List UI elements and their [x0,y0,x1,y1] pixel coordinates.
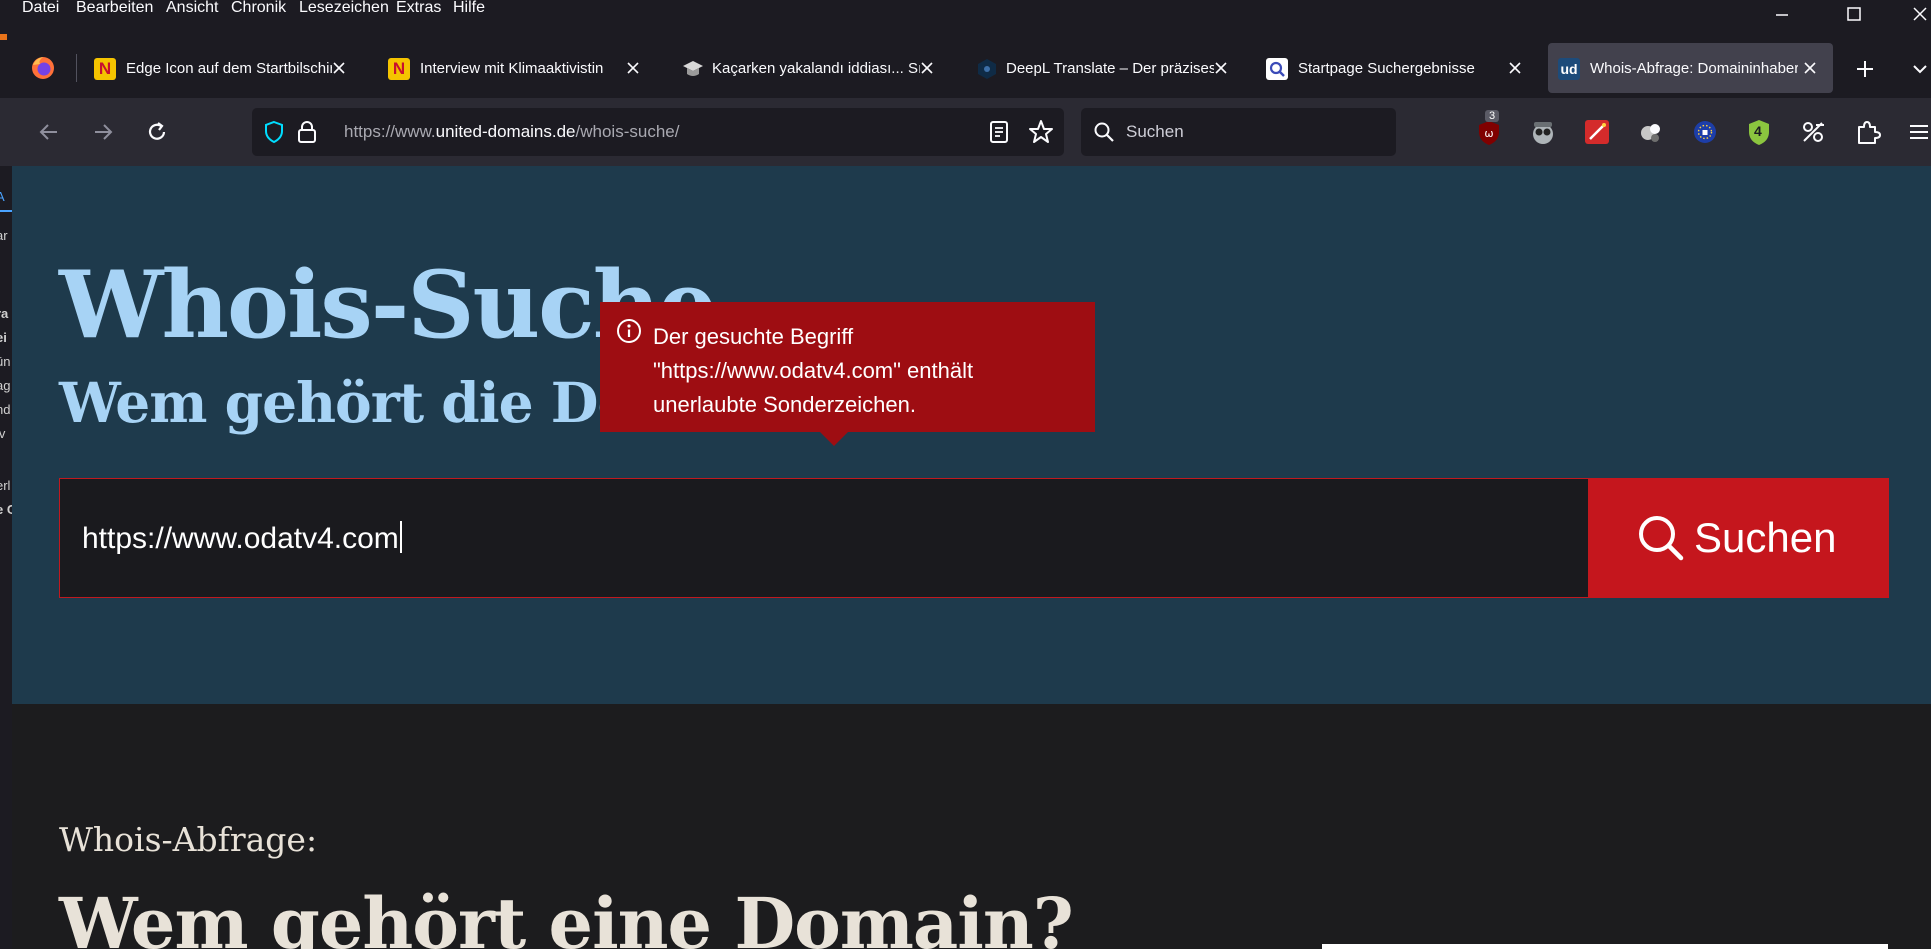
strip-fragment: ag [0,378,11,393]
hamburger-menu-icon[interactable] [1904,117,1931,147]
menu-hilfe[interactable]: Hilfe [453,0,485,16]
close-tab-icon[interactable] [1506,59,1524,77]
text-caret [399,521,402,553]
tab-1[interactable]: N Edge Icon auf dem Startbilschirm [80,43,362,93]
reader-view-icon[interactable] [988,120,1010,144]
menu-datei[interactable]: Datei [22,0,59,16]
tab-2[interactable]: N Interview mit Klimaaktivistin [374,43,656,93]
error-message: Der gesuchte Begriff "https://www.odatv4… [653,324,974,417]
url-path: /whois-suche/ [575,122,680,141]
strip-fragment: ra [0,306,9,321]
section-kicker: Whois-Abfrage: [59,820,318,859]
strip-underline [0,210,12,212]
new-tab-icon[interactable] [1853,57,1877,81]
tab-title: Whois-Abfrage: Domaininhaber [1590,60,1798,77]
menu-extras[interactable]: Extras [396,0,441,16]
address-bar[interactable]: https://www.united-domains.de/whois-such… [252,108,1064,156]
maximize-icon[interactable] [1842,2,1866,26]
ud-logo-icon: ud [1558,58,1580,80]
privacy-badger-icon[interactable] [1528,117,1558,147]
n-logo-icon: N [94,58,116,80]
section-title: Wem gehört eine Domain? [59,882,1074,949]
whois-hero-section: Whois-Suche Wem gehört die Domain? https… [12,166,1931,704]
close-tab-icon[interactable] [1801,59,1819,77]
strip-fragment: ün [0,354,11,369]
shield-count-extension-icon[interactable]: 4 [1744,117,1774,147]
n-logo-icon: N [388,58,410,80]
tab-bar: N Edge Icon auf dem Startbilschirm N Int… [0,40,1931,98]
back-icon[interactable] [34,117,64,147]
menubar: Datei Bearbeiten Ansicht Chronik Lesezei… [0,0,1931,30]
list-tabs-chevron-icon[interactable] [1910,59,1930,79]
graduation-cap-icon [683,61,703,76]
tools-extension-icon[interactable] [1798,117,1828,147]
tab-4[interactable]: DeepL Translate – Der präziseste [962,43,1244,93]
validation-error-tooltip: Der gesuchte Begriff "https://www.odatv4… [600,302,1095,432]
menu-lesezeichen[interactable]: Lesezeichen [299,0,389,16]
tracking-shield-icon[interactable] [262,120,286,144]
search-bar[interactable]: Suchen [1081,108,1396,156]
tab-title: DeepL Translate – Der präziseste [1006,60,1214,77]
magic-wand-extension-icon[interactable] [1582,117,1612,147]
menu-bearbeiten[interactable]: Bearbeiten [76,0,153,16]
strip-fragment: ei [0,330,7,345]
tab-title: Startpage Suchergebnisse [1298,60,1475,77]
spheres-extension-icon[interactable] [1636,117,1666,147]
ublock-origin-icon[interactable]: ω 3 [1474,110,1504,147]
whois-info-section: Whois-Abfrage: Wem gehört eine Domain? [12,704,1931,949]
reload-icon[interactable] [142,117,172,147]
domain-search-input[interactable]: https://www.odatv4.com [59,478,1589,598]
forward-icon[interactable] [88,117,118,147]
navigation-toolbar: https://www.united-domains.de/whois-such… [0,98,1931,166]
close-tab-icon[interactable] [1212,59,1230,77]
search-icon [1094,122,1114,142]
tab-separator [76,54,77,82]
tab-title: Edge Icon auf dem Startbilschirm [126,60,332,77]
tab-5[interactable]: Startpage Suchergebnisse [1256,43,1538,93]
close-tab-icon[interactable] [624,59,642,77]
ublock-badge: 3 [1485,110,1500,122]
url-text[interactable]: https://www.united-domains.de/whois-such… [344,122,679,142]
search-button-label: Suchen [1694,514,1837,561]
search-icon [1639,516,1684,561]
domain-search-value: https://www.odatv4.com [82,522,399,555]
close-tab-icon[interactable] [918,59,936,77]
strip-fragment: erl [0,478,11,493]
close-window-icon[interactable] [1908,2,1931,26]
search-button[interactable]: Suchen [1589,478,1889,598]
startpage-icon [1266,58,1288,80]
content-panel-edge [1322,944,1888,949]
tooltip-arrow [820,432,848,446]
strip-fragment: ar [0,228,8,243]
search-bar-placeholder: Suchen [1126,122,1184,141]
strip-fragment: A [0,189,5,204]
tab-6-active[interactable]: ud Whois-Abfrage: Domaininhaber [1548,43,1833,93]
lock-icon[interactable] [296,120,318,144]
svg-text:ω: ω [1484,127,1493,140]
minimize-icon[interactable] [1770,2,1794,26]
shield-count-badge: 4 [1754,123,1762,139]
bookmark-star-icon[interactable] [1028,119,1054,145]
url-host: united-domains.de [435,122,576,141]
url-prefix: https://www. [344,122,436,141]
tab-3[interactable]: Kaçarken yakalandı iddiası... Sınır [668,43,950,93]
strip-fragment: nd [0,402,11,417]
info-icon [617,319,641,343]
background-window-strip: A ar ra ei ün ag nd iv erl e C [0,166,12,949]
close-tab-icon[interactable] [330,59,348,77]
firefox-icon[interactable] [30,55,56,81]
strip-fragment: e C [0,502,12,517]
menu-ansicht[interactable]: Ansicht [166,0,218,16]
tab-title: Interview mit Klimaaktivistin [420,60,604,77]
menu-chronik[interactable]: Chronik [231,0,286,16]
strip-fragment: iv [0,426,6,441]
eu-privacy-extension-icon[interactable] [1690,117,1720,147]
deepl-icon [978,59,996,79]
extensions-puzzle-icon[interactable] [1852,117,1882,147]
tab-title: Kaçarken yakalandı iddiası... Sınır [712,60,920,77]
